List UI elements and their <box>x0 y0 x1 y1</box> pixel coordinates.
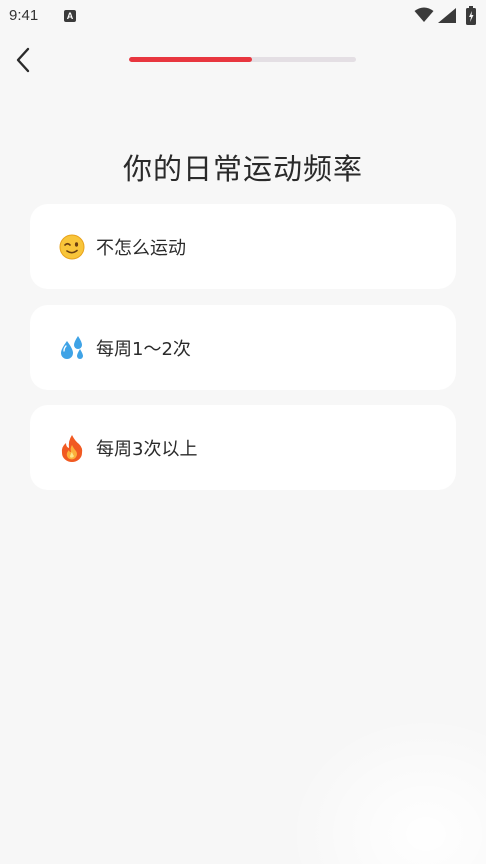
progress-fill <box>129 57 252 62</box>
wifi-icon <box>414 7 434 22</box>
fire-icon <box>58 434 86 462</box>
page-title: 你的日常运动频率 <box>122 152 363 186</box>
option-label: 每周3次以上 <box>96 438 198 460</box>
status-time: 9:41 <box>9 7 39 24</box>
sweat-droplets-icon <box>58 334 86 362</box>
status-bar: 9:41 A <box>0 0 486 32</box>
corner-glow <box>286 714 486 864</box>
option-label: 每周1～2次 <box>96 338 191 360</box>
back-button[interactable] <box>8 44 38 76</box>
option-one-to-two-times-weekly[interactable]: 每周1～2次 <box>30 305 456 390</box>
option-three-plus-times-weekly[interactable]: 每周3次以上 <box>30 405 456 490</box>
app-notification-icon: A <box>64 10 76 22</box>
battery-charging-icon <box>466 6 476 25</box>
winking-face-icon <box>58 233 86 261</box>
option-rarely-exercise[interactable]: 不怎么运动 <box>30 204 456 289</box>
chevron-left-icon <box>16 47 30 73</box>
progress-bar <box>129 57 356 62</box>
cell-signal-icon <box>438 8 456 23</box>
option-label: 不怎么运动 <box>96 237 186 259</box>
